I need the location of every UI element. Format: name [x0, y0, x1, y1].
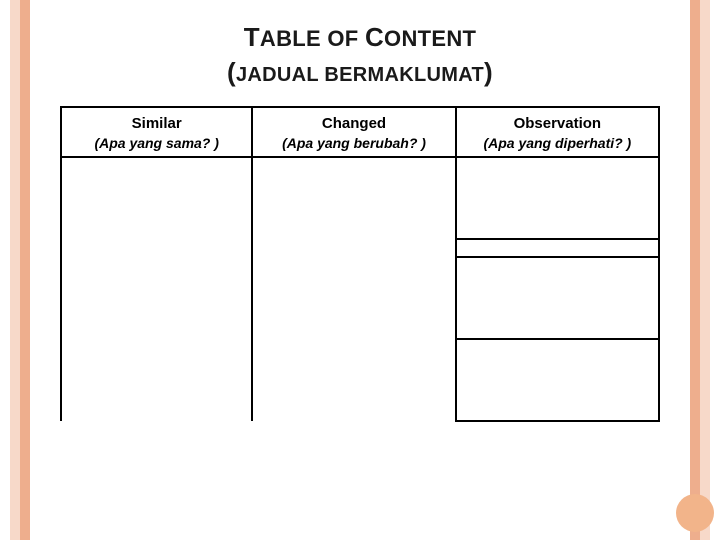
header-changed-en: Changed — [322, 115, 386, 132]
slide-content: TABLE OF CONTENT (JADUAL BERMAKLUMAT) Si… — [60, 22, 660, 506]
title-rest-ontent: ONTENT — [384, 26, 476, 51]
table-row — [61, 157, 659, 239]
header-observation-en: Observation — [514, 115, 602, 132]
changed-cell — [252, 157, 455, 421]
similar-cell — [61, 157, 252, 421]
title-rest-adual: ADUAL — [247, 64, 318, 86]
title-rest-able: ABLE — [260, 26, 321, 51]
header-observation-ms: (Apa yang diperhati? ) — [461, 134, 654, 152]
observation-cell-3 — [456, 257, 659, 339]
title-line-2: (JADUAL BERMAKLUMAT) — [60, 57, 660, 88]
header-similar-ms: (Apa yang sama? ) — [66, 134, 247, 152]
title-line-1: TABLE OF CONTENT — [60, 22, 660, 53]
title-cap-j: J — [236, 64, 247, 86]
header-similar: Similar (Apa yang sama? ) — [61, 107, 252, 157]
observation-cell-4 — [456, 339, 659, 421]
accent-stripe-dark-left — [20, 0, 30, 540]
title-paren-open: ( — [227, 57, 236, 87]
header-observation: Observation (Apa yang diperhati? ) — [456, 107, 659, 157]
header-similar-en: Similar — [132, 115, 182, 132]
title-rest-ermaklumat: ERMAKLUMAT — [339, 64, 484, 86]
title-paren-close: ) — [484, 57, 493, 87]
title-of: OF — [321, 26, 365, 51]
accent-stripe-dark-right — [690, 0, 700, 540]
title-cap-t: T — [244, 22, 260, 52]
accent-stripe-light-right — [700, 0, 710, 540]
table-of-content: Similar (Apa yang sama? ) Changed (Apa y… — [60, 106, 660, 422]
observation-cell-2 — [456, 239, 659, 257]
title-cap-c: C — [365, 22, 384, 52]
header-changed: Changed (Apa yang berubah? ) — [252, 107, 455, 157]
table-header-row: Similar (Apa yang sama? ) Changed (Apa y… — [61, 107, 659, 157]
corner-circle-decoration — [676, 494, 714, 532]
observation-cell-1 — [456, 157, 659, 239]
header-changed-ms: (Apa yang berubah? ) — [257, 134, 450, 152]
accent-stripe-light-left — [10, 0, 20, 540]
title-cap-b: B — [324, 64, 339, 86]
